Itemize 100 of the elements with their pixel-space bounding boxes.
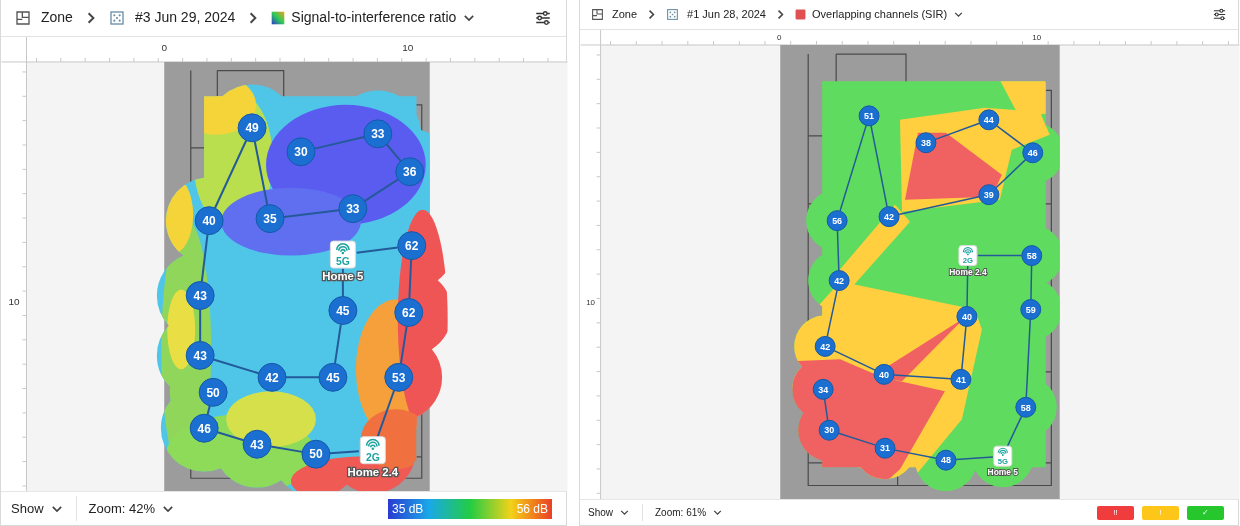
path-line xyxy=(836,229,840,272)
access-point-badge[interactable] xyxy=(359,436,386,465)
ruler-label: 10 xyxy=(8,296,20,308)
ruler-label: 0 xyxy=(777,32,782,42)
measurement-point[interactable]: 45 xyxy=(318,362,348,392)
measurement-point[interactable]: 44 xyxy=(978,109,1000,131)
measurement-point[interactable]: 30 xyxy=(818,419,840,441)
path-line xyxy=(894,449,937,459)
view-dropdown[interactable]: Signal-to-interference ratio xyxy=(271,7,477,29)
measurement-point[interactable]: 43 xyxy=(185,340,215,370)
path-line xyxy=(282,209,340,218)
measurement-point[interactable]: 50 xyxy=(198,377,228,407)
measurement-point[interactable]: 50 xyxy=(301,439,331,469)
breadcrumb-link[interactable]: #1 Jun 28, 2024 xyxy=(687,6,766,23)
zone-icon xyxy=(591,7,604,21)
wifi-icon xyxy=(997,447,1008,456)
measurement-point[interactable]: 62 xyxy=(397,231,427,260)
path-line xyxy=(376,389,396,438)
path-line xyxy=(285,376,320,379)
path-line xyxy=(333,323,342,365)
measurement-point[interactable]: 38 xyxy=(915,132,937,154)
path-line xyxy=(837,432,877,446)
measurement-point[interactable]: 33 xyxy=(338,194,368,224)
path-line xyxy=(893,374,952,380)
settings-icon[interactable] xyxy=(1212,6,1227,22)
measurement-point[interactable]: 39 xyxy=(978,184,1000,206)
breadcrumb-link[interactable]: Zone xyxy=(612,6,638,23)
measurement-point[interactable]: 45 xyxy=(328,295,358,325)
measurement-point[interactable]: 42 xyxy=(814,335,836,357)
path-line xyxy=(934,122,981,141)
measurement-point[interactable]: 40 xyxy=(956,305,978,327)
path-line xyxy=(200,233,209,283)
measurement-point[interactable]: 36 xyxy=(395,157,425,187)
path-line xyxy=(408,258,413,300)
breadcrumb-link[interactable]: #3 Jun 29, 2024 xyxy=(134,7,236,29)
zoom-dropdown[interactable]: Zoom: 61% xyxy=(649,503,730,522)
settings-icon[interactable] xyxy=(534,8,552,27)
scale-max-label: 56 dB xyxy=(516,500,548,518)
ruler-label: 10 xyxy=(586,298,596,308)
measurement-point[interactable]: 40 xyxy=(873,363,895,385)
view-dropdown[interactable]: Overlapping channels (SIR) xyxy=(795,6,965,23)
measurement-point[interactable]: 46 xyxy=(1022,142,1044,164)
gradient-swatch-icon xyxy=(271,10,286,25)
measurement-point[interactable]: 58 xyxy=(1015,396,1037,418)
wifi-icon xyxy=(962,246,974,256)
zone-icon xyxy=(15,9,31,26)
path-line xyxy=(826,289,838,338)
path-line xyxy=(363,178,400,202)
path-line xyxy=(269,445,304,453)
measurement-point[interactable]: 42 xyxy=(257,362,287,392)
path-line xyxy=(996,125,1026,148)
ruler-label: 0 xyxy=(161,41,167,53)
measurement-point[interactable]: 40 xyxy=(194,206,224,236)
measurement-point[interactable]: 34 xyxy=(812,378,834,400)
swatch-icon xyxy=(795,8,806,20)
path-line xyxy=(313,135,366,150)
show-dropdown[interactable]: Show xyxy=(582,503,636,522)
measurement-point[interactable]: 42 xyxy=(878,206,900,228)
path-line xyxy=(961,325,967,371)
measurement-point[interactable]: 49 xyxy=(237,113,267,143)
zoom-dropdown[interactable]: Zoom: 42% xyxy=(82,496,181,521)
path-line xyxy=(253,140,269,206)
access-point-name: Home 2.4 xyxy=(347,466,399,479)
survey-icon xyxy=(666,7,680,21)
path-line xyxy=(328,450,360,455)
measurement-point[interactable]: 31 xyxy=(874,437,896,459)
measurement-point[interactable]: 42 xyxy=(828,270,850,291)
access-point-name: Home 5 xyxy=(987,467,1019,478)
measurement-point[interactable]: 30 xyxy=(286,137,316,167)
measurement-point[interactable]: 56 xyxy=(826,210,848,232)
measurement-point[interactable]: 43 xyxy=(185,280,215,310)
access-point-badge[interactable] xyxy=(958,245,978,266)
measurement-point[interactable]: 35 xyxy=(255,204,285,234)
path-line xyxy=(833,349,876,371)
path-line xyxy=(214,139,248,209)
measurement-point[interactable]: 46 xyxy=(189,413,219,443)
ruler-label: 10 xyxy=(1032,32,1042,42)
measurement-point[interactable]: 58 xyxy=(1021,245,1043,266)
ruler-label: 10 xyxy=(402,41,414,53)
path-line xyxy=(216,431,245,442)
path-line xyxy=(955,456,994,461)
measurement-point[interactable]: 53 xyxy=(384,362,414,392)
measurement-point[interactable]: 43 xyxy=(242,429,272,459)
legend-filter-button[interactable]: ‼ xyxy=(1097,505,1134,520)
measurement-point[interactable]: 51 xyxy=(858,105,880,127)
measurement-point[interactable]: 41 xyxy=(950,368,972,390)
path-line xyxy=(385,143,402,162)
scale-min-label: 35 dB xyxy=(392,500,424,518)
measurement-point[interactable]: 48 xyxy=(935,449,957,471)
measurement-point[interactable]: 62 xyxy=(394,297,424,327)
breadcrumb-link[interactable]: Zone xyxy=(41,7,73,29)
path-line xyxy=(399,325,408,365)
path-line xyxy=(355,246,399,254)
path-line xyxy=(212,358,260,375)
measurement-point[interactable]: 33 xyxy=(363,119,393,149)
measurement-point[interactable]: 59 xyxy=(1020,298,1042,320)
show-dropdown[interactable]: Show xyxy=(5,496,70,521)
path-line xyxy=(1006,415,1023,448)
band-label: 2G xyxy=(365,451,380,463)
path-line xyxy=(1030,264,1033,301)
